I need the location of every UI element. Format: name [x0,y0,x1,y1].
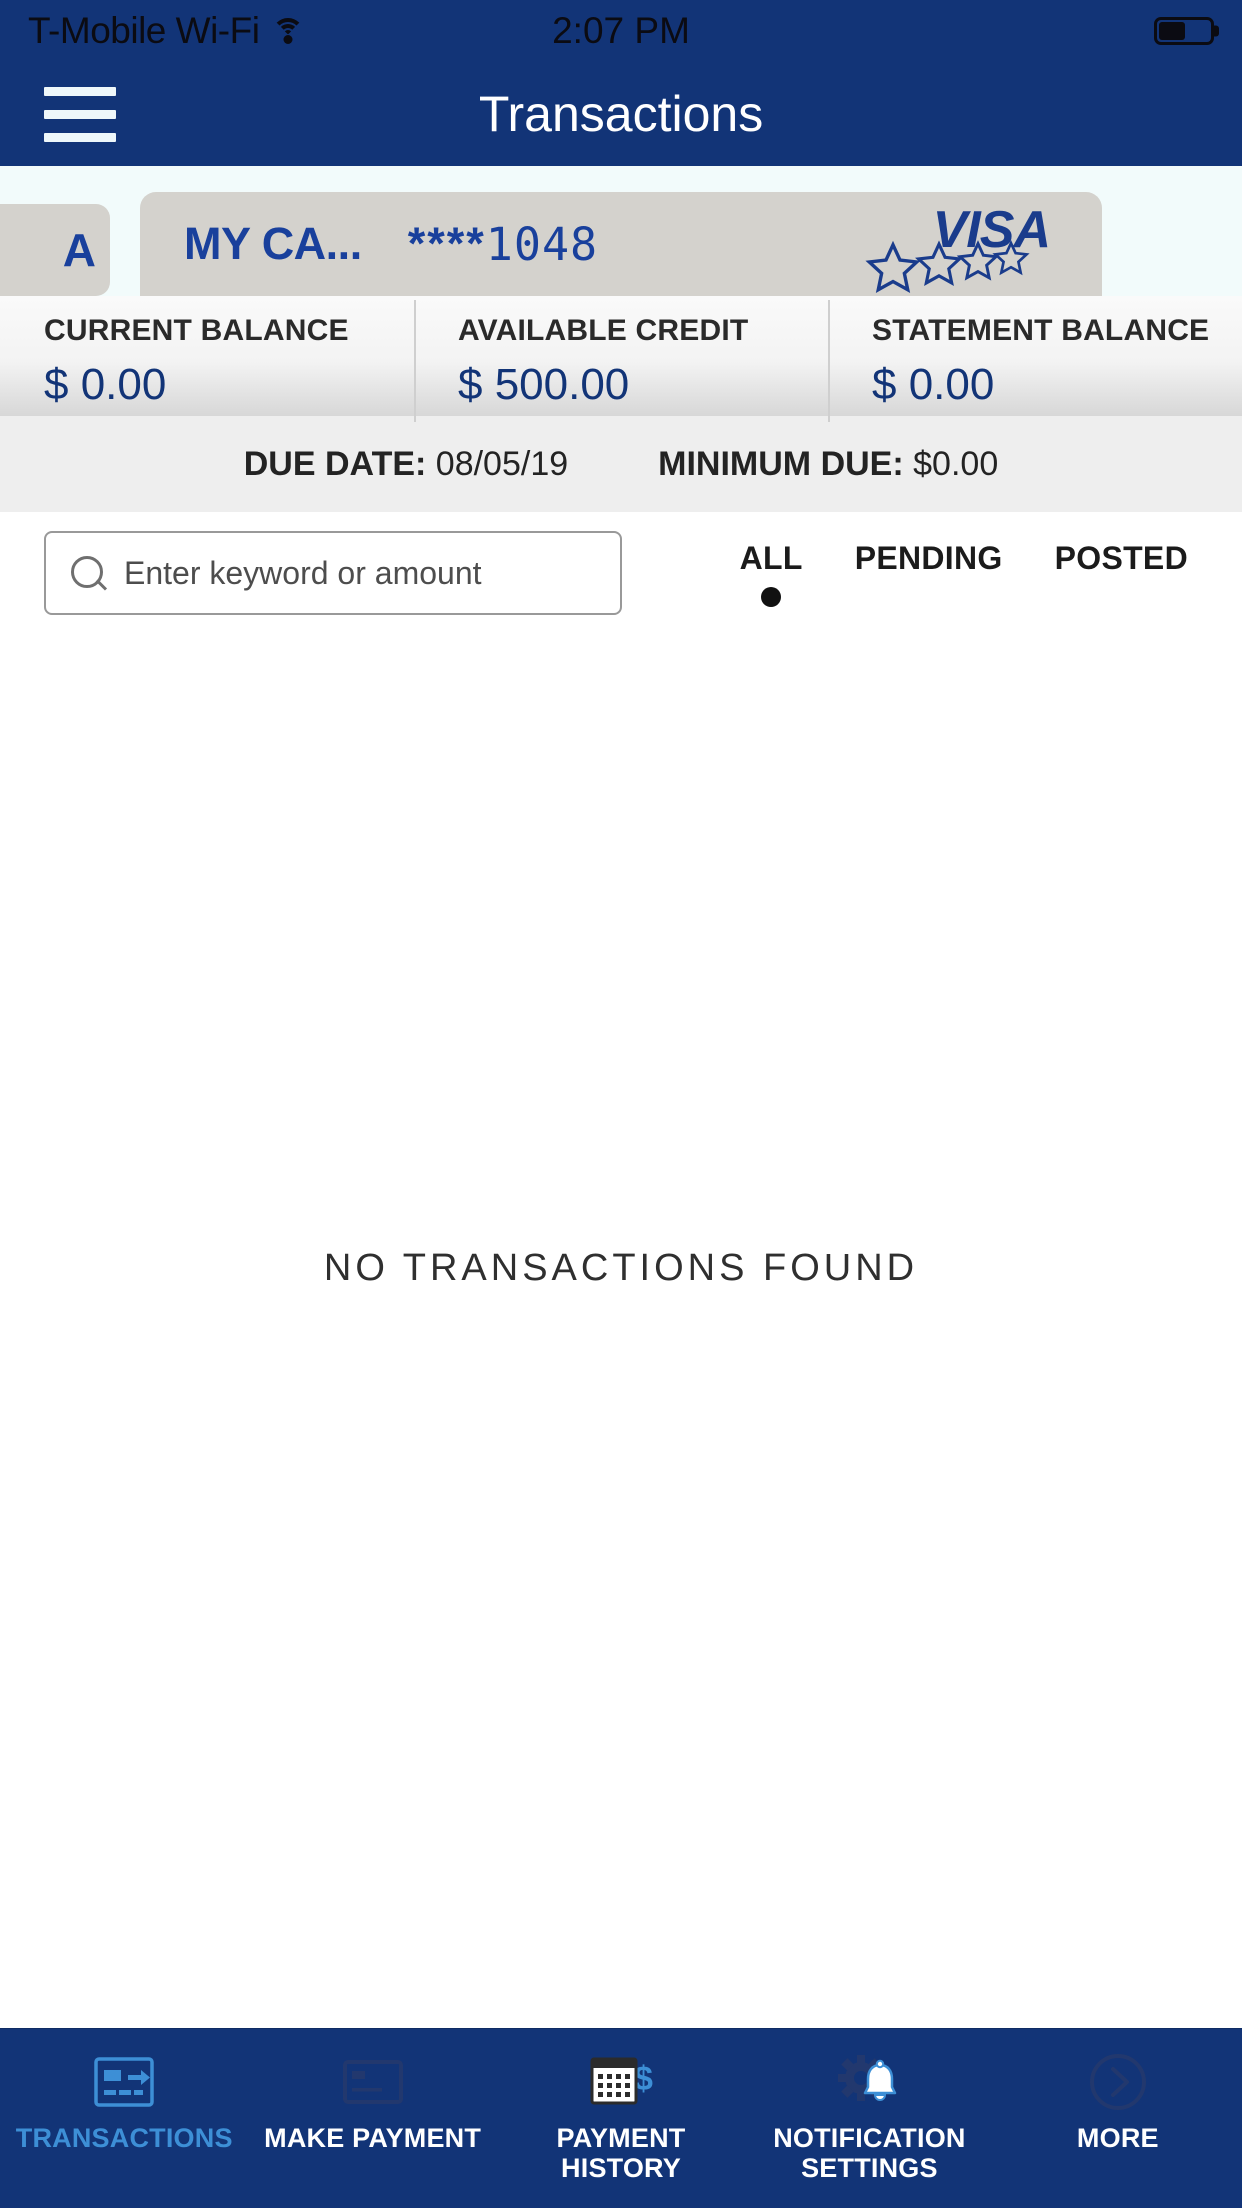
search-box[interactable] [44,531,622,615]
status-bar: T-Mobile Wi-Fi 2:07 PM [0,0,1242,62]
filter-selected-indicator [919,587,939,607]
filter-pending[interactable]: PENDING [855,540,1003,607]
due-date: DUE DATE: 08/05/19 [244,445,568,484]
card-previous-label: A [62,224,96,276]
filter-label: PENDING [854,539,1003,576]
card-arrow-icon [94,2051,154,2113]
transaction-list: NO TRANSACTIONS FOUND [0,634,1242,2028]
balance-available-credit: AVAILABLE CREDIT $ 500.00 [414,300,828,422]
tab-more[interactable]: MORE [994,2051,1242,2153]
bell-gear-icon [834,2051,904,2113]
tab-label: MORE [1076,2123,1159,2153]
empty-state-message: NO TRANSACTIONS FOUND [323,1247,919,1289]
chevron-circle-icon [1088,2051,1148,2113]
balance-value: $ 500.00 [458,360,630,409]
tab-payment-history[interactable]: $ PAYMENT HISTORY [497,2051,745,2183]
filter-selected-indicator [1111,587,1131,607]
minimum-due-label: MINIMUM DUE: [658,444,904,483]
card-carousel[interactable]: A MY CA... **** 1048 VISA [0,166,1242,296]
page-title: Transactions [478,86,764,142]
tab-make-payment[interactable]: MAKE PAYMENT [248,2051,496,2153]
due-date-value: 08/05/19 [435,444,569,483]
minimum-due: MINIMUM DUE: $0.00 [658,445,998,484]
due-date-label: DUE DATE: [243,444,427,483]
visa-logo: VISA [858,194,1058,294]
search-filter-row: ALL PENDING POSTED [0,512,1242,634]
balance-current: CURRENT BALANCE $ 0.00 [0,314,414,410]
calendar-dollar-icon: $ [588,2051,654,2113]
card-mask: **** [407,218,486,269]
filter-label: ALL [739,539,803,576]
search-icon [70,555,106,591]
tab-label: TRANSACTIONS [15,2123,233,2153]
visa-stars-icon [865,240,1032,296]
card-last-four: 1048 [485,217,599,271]
balance-value: $ 0.00 [44,360,167,409]
battery-icon [1154,17,1214,45]
filter-label: POSTED [1054,539,1188,576]
balance-summary: CURRENT BALANCE $ 0.00 AVAILABLE CREDIT … [0,296,1242,422]
balance-value: $ 0.00 [872,360,995,409]
card-current[interactable]: MY CA... **** 1048 VISA [140,192,1102,296]
tab-label: PAYMENT HISTORY [556,2123,686,2184]
card-previous[interactable]: A [0,204,110,296]
filter-posted[interactable]: POSTED [1055,540,1188,607]
minimum-due-value: $0.00 [913,444,999,483]
tab-label: MAKE PAYMENT [264,2123,482,2153]
card-nickname: MY CA... [184,218,362,269]
nav-bar: Transactions [0,62,1242,166]
app-root: T-Mobile Wi-Fi 2:07 PM Transactions A MY… [0,0,1242,2208]
filter-all[interactable]: ALL [740,540,803,607]
balance-label: AVAILABLE CREDIT [458,314,749,347]
filter-selected-indicator [761,586,782,607]
tab-label: NOTIFICATION SETTINGS [773,2123,966,2184]
status-bar-right [1154,17,1214,45]
search-input[interactable] [124,554,596,592]
balance-label: CURRENT BALANCE [44,314,349,347]
tab-notification-settings[interactable]: NOTIFICATION SETTINGS [745,2051,993,2183]
balance-statement: STATEMENT BALANCE $ 0.00 [828,300,1242,422]
credit-card-icon [342,2051,403,2113]
bottom-tab-bar: TRANSACTIONS MAKE PAYMENT $ PAYMENT HIST… [0,2028,1242,2208]
transaction-filters: ALL PENDING POSTED [740,540,1198,607]
tab-transactions[interactable]: TRANSACTIONS [0,2051,248,2153]
balance-label: STATEMENT BALANCE [872,314,1210,347]
due-row: DUE DATE: 08/05/19 MINIMUM DUE: $0.00 [0,416,1242,512]
status-bar-clock: 2:07 PM [552,10,690,51]
